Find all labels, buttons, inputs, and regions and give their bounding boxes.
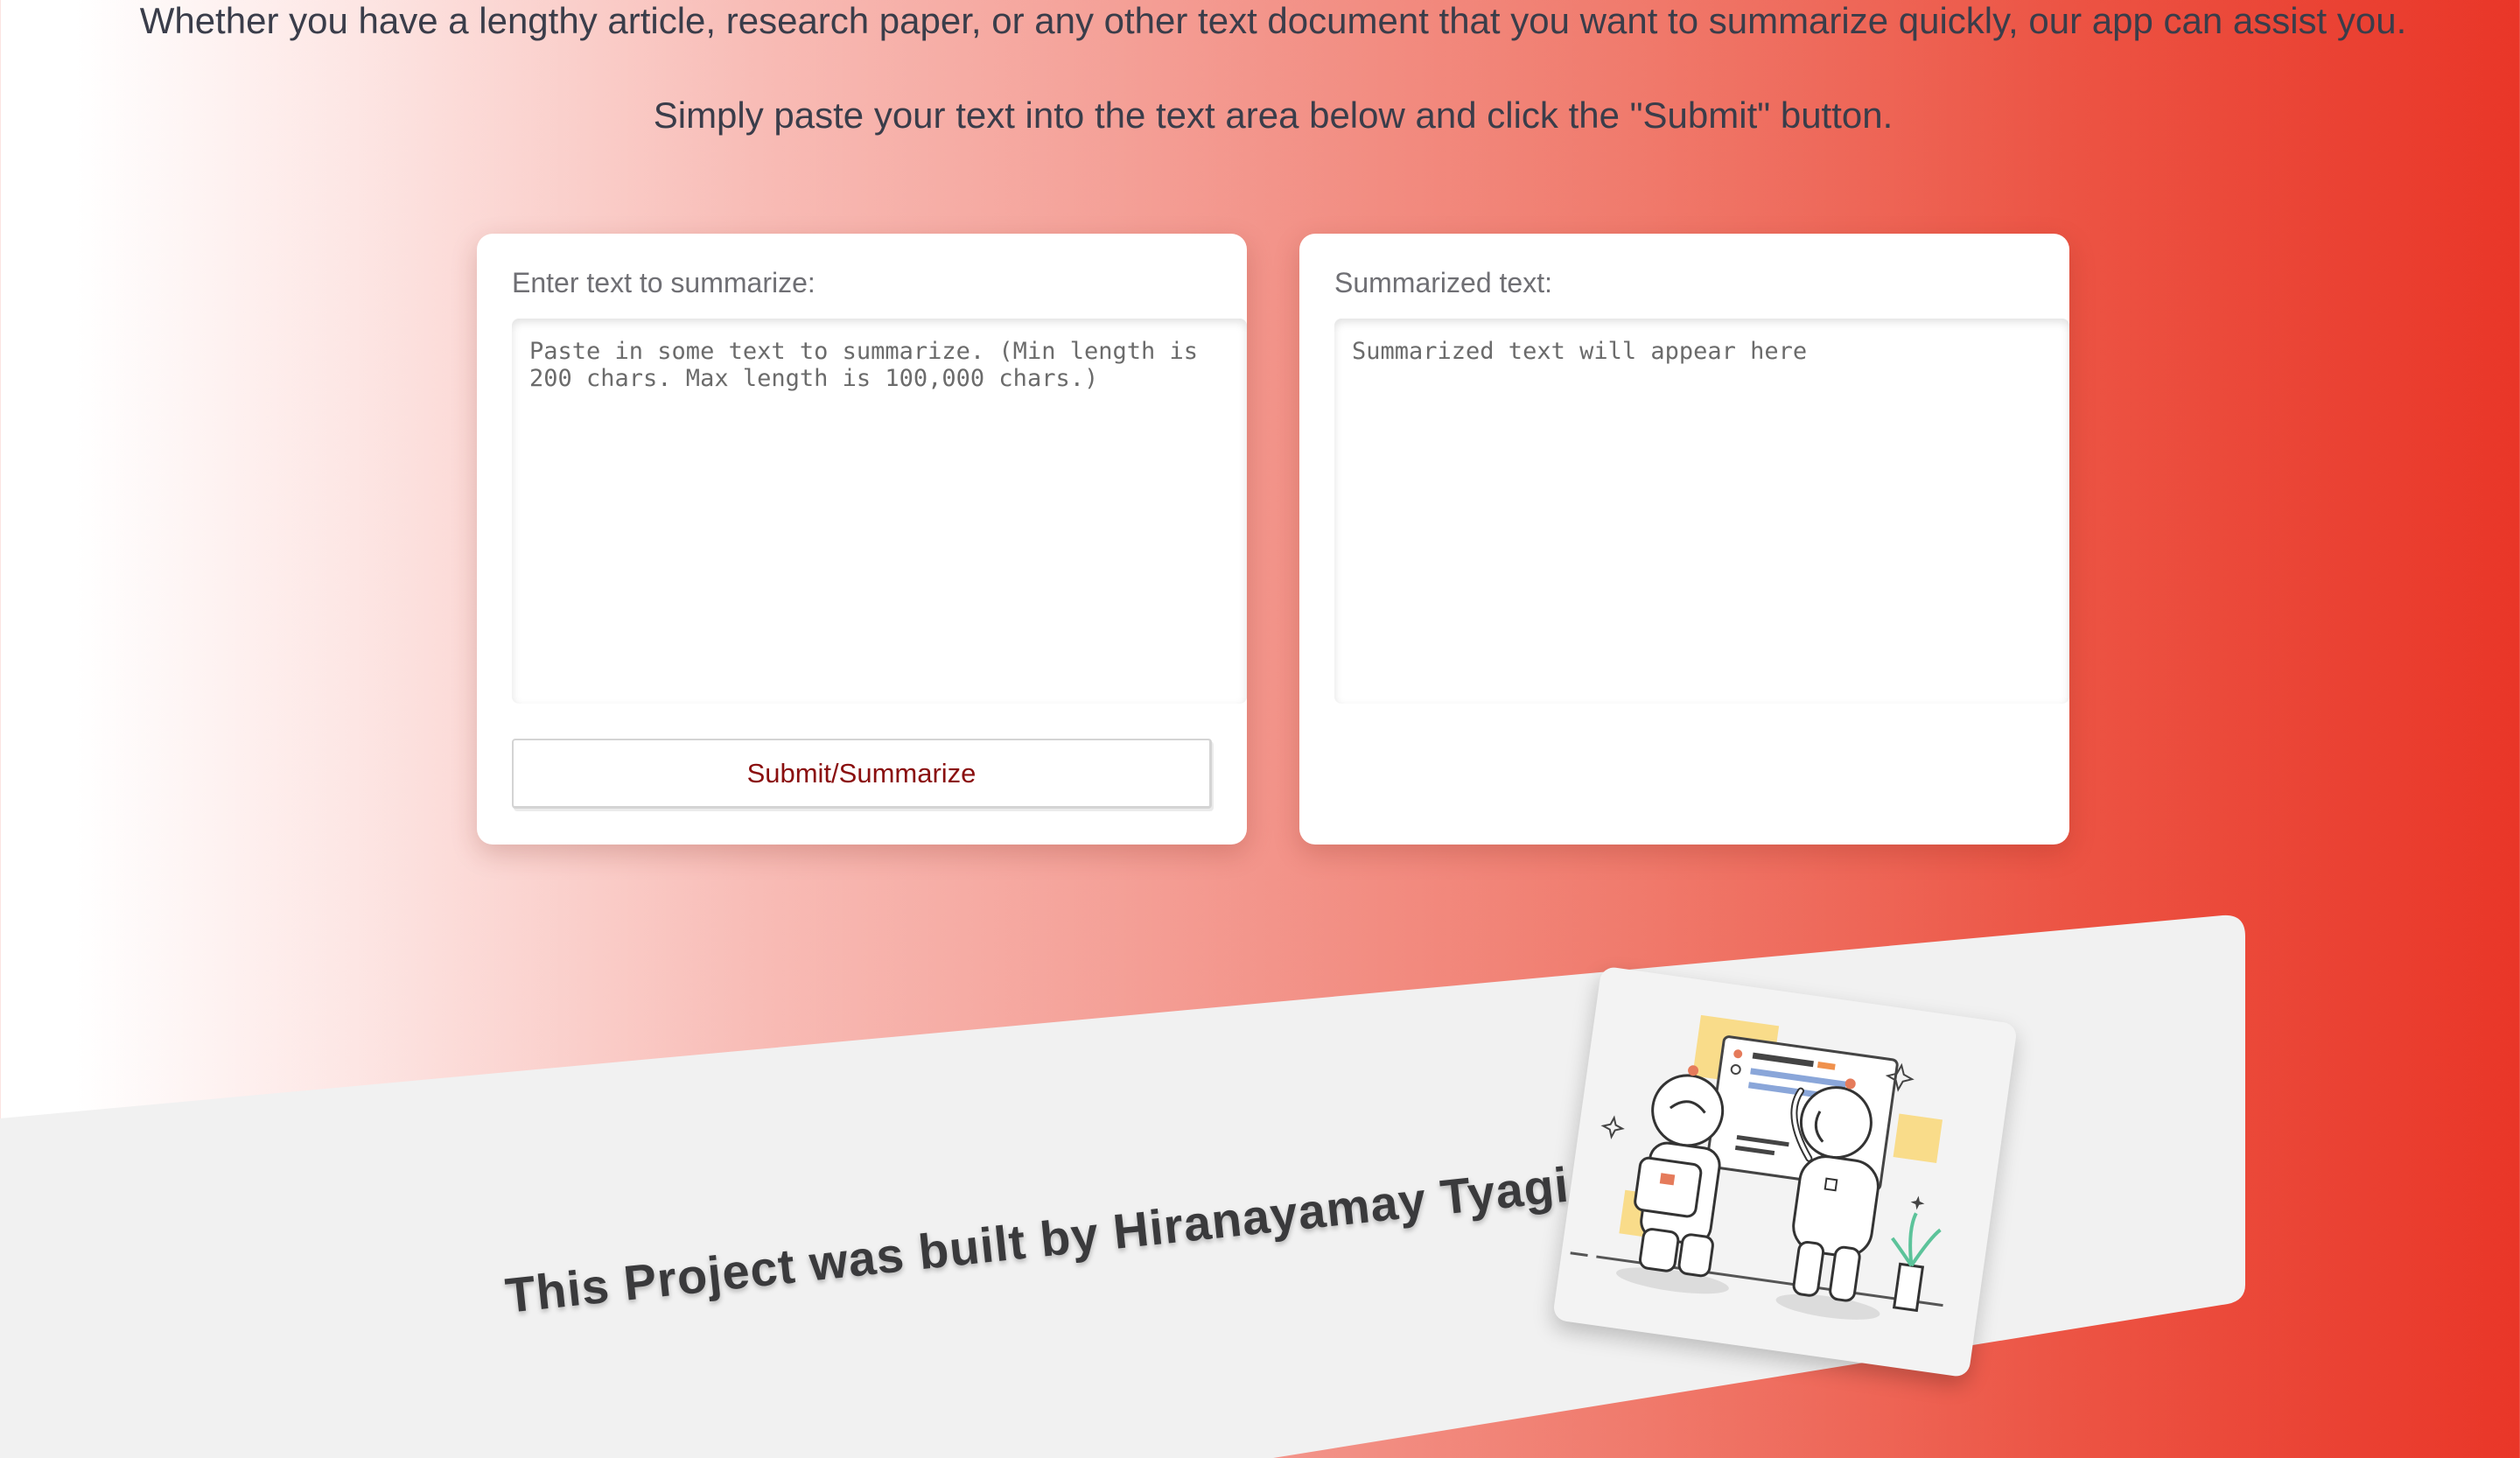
intro-line-1: Whether you have a lengthy article, rese… [139, 0, 2407, 41]
footer-credit: This Project was built by Hiranayamay Ty… [502, 1156, 1572, 1323]
intro-line-2: Simply paste your text into the text are… [653, 95, 1894, 136]
output-textarea[interactable] [1334, 319, 2069, 704]
input-card: Enter text to summarize: Submit/Summariz… [477, 234, 1247, 845]
input-label: Enter text to summarize: [512, 267, 816, 298]
output-label: Summarized text: [1334, 267, 1552, 298]
output-card: Summarized text: [1299, 234, 2069, 845]
input-textarea[interactable] [512, 319, 1247, 704]
astronauts-whiteboard-illustration-icon [1551, 965, 2019, 1378]
submit-button[interactable]: Submit/Summarize [512, 739, 1212, 809]
